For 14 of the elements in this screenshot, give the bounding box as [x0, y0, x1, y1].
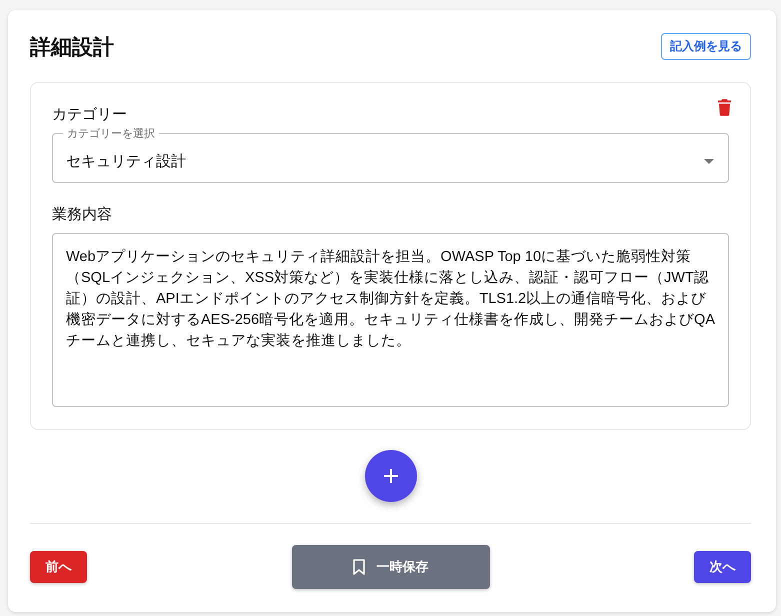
- caret-icon: [704, 158, 714, 164]
- next-button[interactable]: 次へ: [694, 551, 751, 583]
- previous-button[interactable]: 前へ: [30, 551, 87, 583]
- description-field[interactable]: Webアプリケーションのセキュリティ詳細設計を担当。OWASP Top 10に基づいた脆弱性対策（SQLインジェクション、XSS対策など）を実装仕様に落とし込み、認証・認可フロー（JWT認証）の設計、APIエンドポイントのアクセス制御方針を定義。TLS1.2以上の通信暗号化、および機密データに対するAES-256暗号化を適用。セキュリティ仕様書を作成し、開発チームおよびQAチームと連携し、セキュアな実装を推進しました。: [52, 233, 729, 407]
- bookmark-icon: [352, 559, 364, 575]
- add-button[interactable]: [364, 450, 416, 502]
- category-select[interactable]: カテゴリーを選択 セキュリティ設計: [52, 126, 729, 183]
- page-title: 詳細設計: [30, 34, 114, 60]
- view-example-button[interactable]: 記入例を見る: [661, 33, 751, 60]
- field-label: カテゴリー: [52, 105, 127, 124]
- save-draft-button[interactable]: 一時保存: [292, 545, 490, 589]
- trash-icon[interactable]: [718, 99, 731, 116]
- field-label: 業務内容: [52, 205, 112, 224]
- plus-icon: [384, 469, 398, 483]
